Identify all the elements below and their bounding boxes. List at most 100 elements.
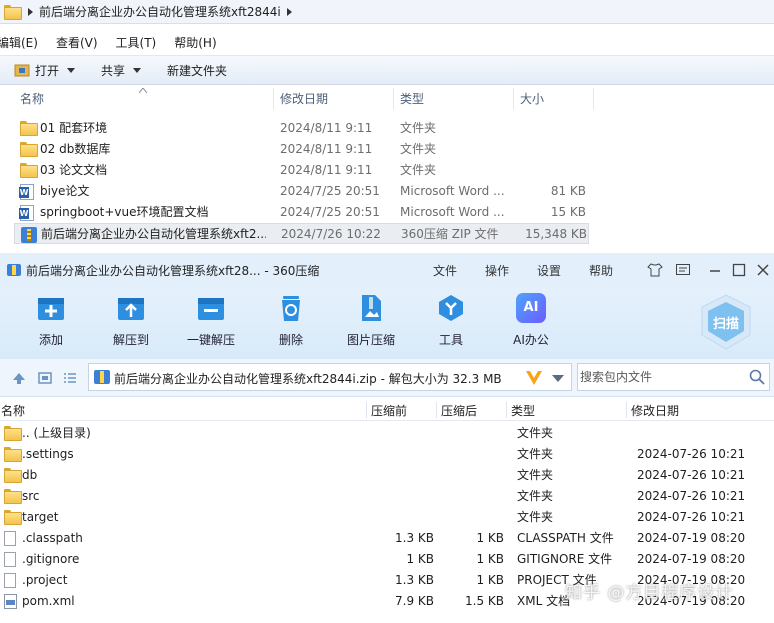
zip-column-type[interactable]: 类型 — [511, 402, 535, 419]
file-size: 15,348 KB — [525, 227, 587, 241]
delete-button[interactable]: 删除 — [261, 293, 321, 348]
zip-file-type: 文件夹 — [517, 447, 554, 461]
zip-file-modified — [637, 423, 767, 444]
menu-help[interactable]: 帮助(H) — [174, 34, 216, 51]
one-click-extract-label: 一键解压 — [186, 333, 235, 347]
zip-column-before[interactable]: 压缩前 — [371, 402, 407, 419]
search-icon[interactable] — [749, 369, 765, 385]
archive-path-text: 前后端分离企业办公自动化管理系统xft2844i.zip - 解包大小为 32.… — [114, 372, 502, 386]
zip-title-bar: 前后端分离企业办公自动化管理系统xft28... - 360压缩 文件 操作 设… — [0, 253, 774, 287]
zip-file-row[interactable]: .settings 文件夹 2024-07-26 10:21 — [0, 444, 774, 465]
folder-icon — [20, 142, 38, 157]
up-arrow-icon[interactable] — [12, 371, 26, 385]
column-modified[interactable]: 修改日期 — [274, 88, 394, 110]
zip-column-name[interactable]: 名称 — [1, 402, 25, 419]
menu-view[interactable]: 查看(V) — [56, 34, 98, 51]
zip-file-modified: 2024-07-26 10:21 — [637, 489, 746, 503]
word-doc-icon — [19, 184, 34, 200]
file-modified: 2024/8/11 9:11 — [280, 163, 373, 177]
zip-file-before: 7.9 KB — [395, 594, 434, 608]
zip-file-name: .gitignore — [22, 552, 80, 566]
folder-icon — [20, 121, 38, 136]
app-icon — [7, 264, 21, 276]
zip-file-row[interactable]: .classpath 1.3 KB 1 KB CLASSPATH 文件 2024-07-… — [0, 528, 774, 549]
zip-file-row[interactable]: src 文件夹 2024-07-26 10:21 — [0, 486, 774, 507]
open-button[interactable]: 打开 — [14, 62, 76, 79]
folder-icon — [4, 489, 22, 504]
feedback-icon[interactable] — [675, 262, 691, 278]
column-divider — [506, 402, 507, 418]
folder-icon — [4, 468, 22, 483]
file-row[interactable]: 03 论文文档 2024/8/11 9:11 文件夹 — [14, 160, 589, 181]
column-type[interactable]: 类型 — [394, 88, 514, 110]
address-bar[interactable]: 前后端分离企业办公自动化管理系统xft2844i — [0, 0, 774, 24]
ai-office-icon: AI — [516, 293, 546, 323]
zip-file-row[interactable]: .. (上级目录) 文件夹 — [0, 423, 774, 444]
menu-edit[interactable]: 编辑(E) — [0, 34, 38, 51]
file-icon — [4, 573, 16, 588]
zip-file-before: 1.3 KB — [395, 531, 434, 545]
zip-file-after: 1 KB — [476, 552, 504, 566]
search-input[interactable] — [580, 368, 740, 386]
zip-menu-file[interactable]: 文件 — [433, 262, 457, 279]
one-click-extract-button[interactable]: 一键解压 — [181, 293, 241, 348]
new-folder-button[interactable]: 新建文件夹 — [167, 62, 227, 79]
scan-button[interactable]: 扫描 — [699, 293, 753, 351]
maximize-icon[interactable] — [731, 262, 747, 278]
zip-file-name: .. (上级目录) — [22, 426, 91, 440]
zip-column-after[interactable]: 压缩后 — [441, 402, 477, 419]
zip-file-row[interactable]: target 文件夹 2024-07-26 10:21 — [0, 507, 774, 528]
ai-office-button[interactable]: AI AI办公 — [501, 293, 561, 348]
file-modified: 2024/8/11 9:11 — [280, 142, 373, 156]
zip-file-name: .settings — [22, 447, 74, 461]
menu-tools[interactable]: 工具(T) — [116, 34, 157, 51]
image-compress-icon — [362, 295, 381, 321]
breadcrumb[interactable]: 前后端分离企业办公自动化管理系统xft2844i — [0, 1, 292, 23]
zip-file-modified: 2024-07-26 10:21 — [637, 447, 746, 461]
chevron-down-icon[interactable] — [552, 375, 564, 382]
file-row[interactable]: biye论文 2024/7/25 20:51 Microsoft Word ... 8… — [14, 181, 589, 202]
file-row[interactable]: 02 db数据库 2024/8/11 9:11 文件夹 — [14, 139, 589, 160]
file-row[interactable]: springboot+vue环境配置文档 2024/7/25 20:51 Micro… — [14, 202, 589, 223]
zip-file-after — [440, 423, 504, 444]
share-label: 共享 — [101, 63, 126, 78]
chevron-right-icon[interactable] — [28, 7, 33, 16]
file-modified: 2024/7/25 20:51 — [280, 184, 380, 198]
zip-menu-ops[interactable]: 操作 — [485, 262, 509, 279]
search-field[interactable] — [577, 363, 770, 391]
zip-menu-help[interactable]: 帮助 — [589, 262, 613, 279]
recycle-bin-icon — [282, 296, 300, 321]
zip-file-name: src — [22, 489, 40, 503]
skin-icon[interactable] — [647, 262, 663, 278]
folder-icon — [4, 426, 22, 441]
zip-file-row[interactable]: .gitignore 1 KB 1 KB GITIGNORE 文件 2024-07-19… — [0, 549, 774, 570]
details-view-icon[interactable] — [38, 371, 52, 385]
minimize-icon[interactable] — [707, 262, 723, 278]
zip-file-type: 文件夹 — [517, 489, 554, 503]
file-row[interactable]: 前后端分离企业办公自动化管理系统xft2... 2024/7/26 10:22 36… — [14, 223, 589, 244]
column-size[interactable]: 大小 — [514, 88, 594, 110]
zip-menu-settings[interactable]: 设置 — [537, 262, 561, 279]
zip-file-row[interactable]: db 文件夹 2024-07-26 10:21 — [0, 465, 774, 486]
file-row[interactable]: 01 配套环境 2024/8/11 9:11 文件夹 — [14, 118, 589, 139]
share-button[interactable]: 共享 — [101, 62, 142, 79]
close-icon[interactable] — [755, 262, 771, 278]
image-compress-button[interactable]: 图片压缩 — [341, 293, 401, 348]
column-divider — [436, 402, 437, 418]
scan-label: 扫描 — [712, 317, 739, 332]
zip-column-modified[interactable]: 修改日期 — [631, 402, 679, 419]
archive-path-field[interactable]: 前后端分离企业办公自动化管理系统xft2844i.zip - 解包大小为 32.… — [88, 363, 572, 391]
add-button[interactable]: 添加 — [21, 293, 81, 348]
chevron-right-icon[interactable] — [286, 7, 292, 16]
list-view-icon[interactable] — [63, 371, 77, 385]
breadcrumb-current[interactable]: 前后端分离企业办公自动化管理系统xft2844i — [39, 3, 281, 20]
zip-file-modified: 2024-07-26 10:21 — [637, 510, 746, 524]
add-icon — [38, 298, 64, 320]
zip-file-name: db — [22, 468, 38, 482]
file-size: 81 KB — [550, 184, 586, 198]
file-type: 360压缩 ZIP 文件 — [401, 227, 499, 241]
tools-button[interactable]: 工具 — [421, 293, 481, 348]
extract-to-button[interactable]: 解压到 — [101, 293, 161, 348]
file-size — [506, 118, 586, 139]
v-logo-icon[interactable] — [525, 370, 543, 386]
